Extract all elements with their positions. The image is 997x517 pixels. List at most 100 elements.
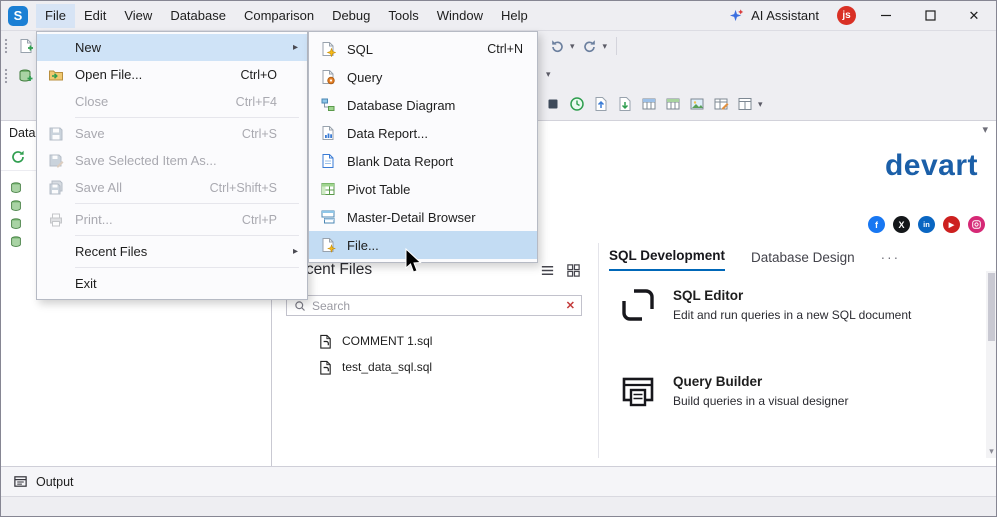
file-menu-item-save: Save Ctrl+S xyxy=(37,120,307,147)
recent-files-searchbox: ✕ xyxy=(286,295,582,316)
toolbar-separator xyxy=(616,37,618,55)
tab-sql-development[interactable]: SQL Development xyxy=(609,248,726,271)
toolbar-drag-handle[interactable] xyxy=(4,68,8,84)
instagram-icon[interactable] xyxy=(968,216,985,233)
card-description: Build queries in a visual designer xyxy=(673,394,849,408)
vertical-scrollbar[interactable]: ▾ xyxy=(986,271,996,458)
new-submenu-item-query[interactable]: Query xyxy=(309,63,537,91)
menu-item-shortcut: Ctrl+F4 xyxy=(235,94,277,109)
file-menu-item-close: Close Ctrl+F4 xyxy=(37,88,307,115)
new-submenu-item-master-detail-browser[interactable]: Master-Detail Browser xyxy=(309,203,537,231)
recent-files-list: COMMENT 1.sql test_data_sql.sql xyxy=(286,328,582,380)
x-twitter-icon[interactable]: X xyxy=(893,216,910,233)
youtube-icon[interactable]: ▶ xyxy=(943,216,960,233)
image-icon[interactable] xyxy=(688,95,706,113)
menu-tools[interactable]: Tools xyxy=(379,4,427,28)
maximize-button[interactable] xyxy=(908,1,952,31)
start-page-tabs: SQL Development Database Design ··· xyxy=(609,248,900,271)
sql-file-icon xyxy=(316,358,334,376)
recent-file-item[interactable]: COMMENT 1.sql xyxy=(286,328,582,354)
redo-icon[interactable] xyxy=(581,37,599,55)
new-submenu-item-sql[interactable]: SQL Ctrl+N xyxy=(309,35,537,63)
stop-icon[interactable] xyxy=(544,95,562,113)
add-connection-icon[interactable] xyxy=(17,67,35,85)
layout-icon[interactable] xyxy=(736,95,754,113)
ai-assistant-button[interactable]: AI Assistant xyxy=(717,1,829,31)
new-query-icon xyxy=(319,68,337,86)
list-view-icon[interactable] xyxy=(538,261,556,279)
menu-item-shortcut: Ctrl+S xyxy=(241,126,277,141)
tile-view-icon[interactable] xyxy=(564,261,582,279)
menu-separator xyxy=(75,235,299,236)
menu-item-label: Open File... xyxy=(75,67,143,82)
sql-file-icon xyxy=(316,332,334,350)
menu-file[interactable]: File xyxy=(36,3,75,28)
close-button[interactable]: ✕ xyxy=(952,1,996,31)
search-input[interactable] xyxy=(312,298,560,313)
recent-file-name: COMMENT 1.sql xyxy=(342,334,433,348)
menubar: File Edit View Database Comparison Debug… xyxy=(36,1,537,31)
new-submenu-item-pivot-table[interactable]: Pivot Table xyxy=(309,175,537,203)
scrollbar-thumb[interactable] xyxy=(988,273,995,341)
menu-item-label: Save xyxy=(75,126,105,141)
toolbar-drag-handle[interactable] xyxy=(4,38,8,54)
menu-item-label: SQL xyxy=(347,41,374,57)
new-submenu-item-data-report[interactable]: Data Report... xyxy=(309,119,537,147)
file-menu-item-new[interactable]: New ▸ xyxy=(37,34,307,61)
menu-view[interactable]: View xyxy=(115,4,161,28)
edit-grid-icon[interactable] xyxy=(712,95,730,113)
database-diagram-icon xyxy=(319,96,337,114)
redo-dropdown-caret[interactable]: ▾ xyxy=(603,41,608,52)
scroll-down-chevron[interactable]: ▾ xyxy=(986,444,996,458)
file-menu-item-open[interactable]: Open File... Ctrl+O xyxy=(37,61,307,88)
new-submenu-item-file[interactable]: File... xyxy=(309,231,537,259)
menu-separator xyxy=(75,267,299,268)
query-builder-card[interactable]: Query Builder Build queries in a visual … xyxy=(619,372,996,420)
menu-item-label: Database Diagram xyxy=(347,97,456,113)
menu-separator xyxy=(75,117,299,118)
new-submenu-item-database-diagram[interactable]: Database Diagram xyxy=(309,91,537,119)
menu-edit[interactable]: Edit xyxy=(75,4,115,28)
panel-overflow-chevron[interactable]: ▾ xyxy=(982,123,988,136)
minimize-button[interactable] xyxy=(864,1,908,31)
menu-comparison[interactable]: Comparison xyxy=(235,4,323,28)
menu-item-label: Blank Data Report xyxy=(347,153,454,169)
card-title: Query Builder xyxy=(673,374,763,389)
menu-item-shortcut: Ctrl+O xyxy=(240,67,277,82)
undo-dropdown-caret[interactable]: ▾ xyxy=(570,41,575,52)
undo-icon[interactable] xyxy=(548,37,566,55)
linkedin-icon[interactable]: in xyxy=(918,216,935,233)
recent-files-section: Recent Files ✕ xyxy=(286,261,582,380)
combo-dropdown-caret[interactable]: ▾ xyxy=(546,69,551,80)
recent-file-name: test_data_sql.sql xyxy=(342,360,433,374)
history-clock-icon[interactable] xyxy=(568,95,586,113)
master-detail-browser-icon xyxy=(319,208,337,226)
recent-file-item[interactable]: test_data_sql.sql xyxy=(286,354,582,380)
user-avatar[interactable]: js xyxy=(837,6,856,25)
tab-more[interactable]: ··· xyxy=(881,250,901,271)
import-data-icon[interactable] xyxy=(616,95,634,113)
toolbar-overflow-chevron[interactable]: ▾ xyxy=(758,99,763,110)
output-panel-bar[interactable]: Output xyxy=(1,466,996,496)
menu-window[interactable]: Window xyxy=(428,4,492,28)
data-grid-icon[interactable] xyxy=(640,95,658,113)
menu-debug[interactable]: Debug xyxy=(323,4,379,28)
ai-assistant-label: AI Assistant xyxy=(751,8,819,23)
file-menu-item-save-selected-as: Save Selected Item As... xyxy=(37,147,307,174)
menu-database[interactable]: Database xyxy=(161,4,235,28)
facebook-icon[interactable]: f xyxy=(868,216,885,233)
table-icon[interactable] xyxy=(664,95,682,113)
file-menu-item-exit[interactable]: Exit xyxy=(37,270,307,297)
refresh-icon[interactable] xyxy=(9,148,27,166)
menu-separator xyxy=(75,203,299,204)
new-submenu-item-blank-data-report[interactable]: Blank Data Report xyxy=(309,147,537,175)
sql-editor-card[interactable]: SQL Editor Edit and run queries in a new… xyxy=(619,286,996,334)
titlebar-right: AI Assistant js ✕ xyxy=(717,1,996,31)
tab-database-design[interactable]: Database Design xyxy=(751,250,855,271)
menu-item-label: Print... xyxy=(75,212,113,227)
menu-help[interactable]: Help xyxy=(492,4,537,28)
new-item-icon[interactable] xyxy=(17,37,35,55)
clear-search-icon[interactable]: ✕ xyxy=(566,299,575,312)
file-menu-item-recent-files[interactable]: Recent Files ▸ xyxy=(37,238,307,265)
export-data-icon[interactable] xyxy=(592,95,610,113)
